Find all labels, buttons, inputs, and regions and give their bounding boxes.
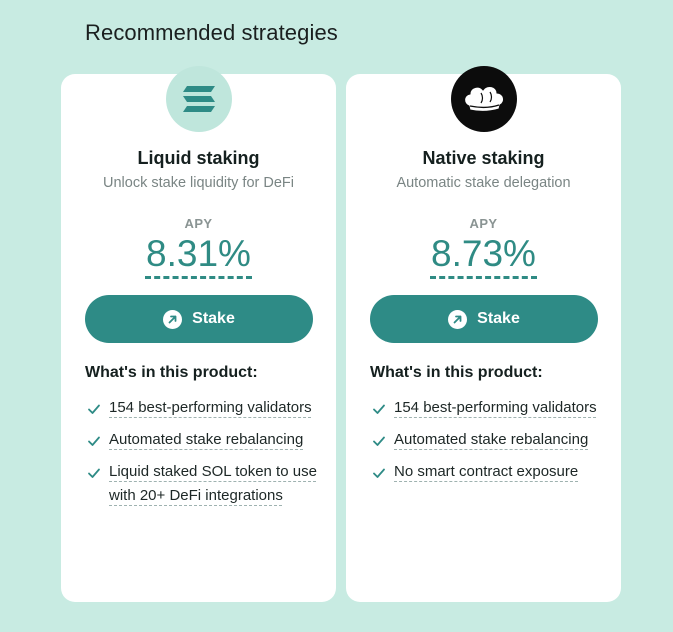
card-subtitle: Automatic stake delegation — [396, 175, 571, 191]
feature-item: Automated stake rebalancing — [370, 428, 605, 452]
feature-text[interactable]: No smart contract exposure — [394, 463, 578, 480]
check-icon — [372, 432, 386, 456]
feature-text[interactable]: Automated stake rebalancing — [394, 431, 588, 448]
feature-text[interactable]: Automated stake rebalancing — [109, 431, 303, 448]
arrow-up-right-icon — [448, 309, 468, 329]
check-icon — [87, 432, 101, 456]
card-title: Liquid staking — [137, 148, 260, 168]
apy-label: APY — [469, 216, 498, 231]
feature-list: 154 best-performing validators Automated… — [370, 396, 605, 492]
feature-text[interactable]: 154 best-performing validators — [394, 399, 597, 416]
card-title: Native staking — [422, 148, 545, 168]
apy-value-text[interactable]: 8.31% — [145, 232, 252, 279]
feature-item: Liquid staked SOL token to use with 20+ … — [85, 460, 320, 508]
chef-hat-logo-icon — [451, 66, 517, 132]
section-title: Recommended strategies — [85, 20, 338, 45]
stake-button-label: Stake — [192, 310, 235, 327]
included-heading: What's in this product: — [85, 364, 258, 381]
strategy-card-liquid-staking: Liquid staking Unlock stake liquidity fo… — [61, 66, 336, 602]
arrow-up-right-icon — [163, 309, 183, 329]
feature-text[interactable]: Liquid staked SOL token to use with 20+ … — [109, 463, 317, 504]
feature-item: No smart contract exposure — [370, 460, 605, 484]
apy-label: APY — [184, 216, 213, 231]
strategy-card-native-staking: Native staking Automatic stake delegatio… — [346, 66, 621, 602]
feature-text[interactable]: 154 best-performing validators — [109, 399, 312, 416]
stake-button[interactable]: Stake — [370, 295, 598, 343]
feature-item: 154 best-performing validators — [370, 396, 605, 420]
feature-list: 154 best-performing validators Automated… — [85, 396, 320, 516]
check-icon — [87, 464, 101, 488]
feature-item: Automated stake rebalancing — [85, 428, 320, 452]
check-icon — [372, 464, 386, 488]
apy-value[interactable]: 8.73% — [346, 232, 621, 279]
apy-value-text[interactable]: 8.73% — [430, 232, 537, 279]
feature-item: 154 best-performing validators — [85, 396, 320, 420]
solana-logo-icon — [166, 66, 232, 132]
check-icon — [372, 400, 386, 424]
card-subtitle: Unlock stake liquidity for DeFi — [103, 175, 294, 191]
stake-button-label: Stake — [477, 310, 520, 327]
apy-value[interactable]: 8.31% — [61, 232, 336, 279]
stake-button[interactable]: Stake — [85, 295, 313, 343]
included-heading: What's in this product: — [370, 364, 543, 381]
check-icon — [87, 400, 101, 424]
